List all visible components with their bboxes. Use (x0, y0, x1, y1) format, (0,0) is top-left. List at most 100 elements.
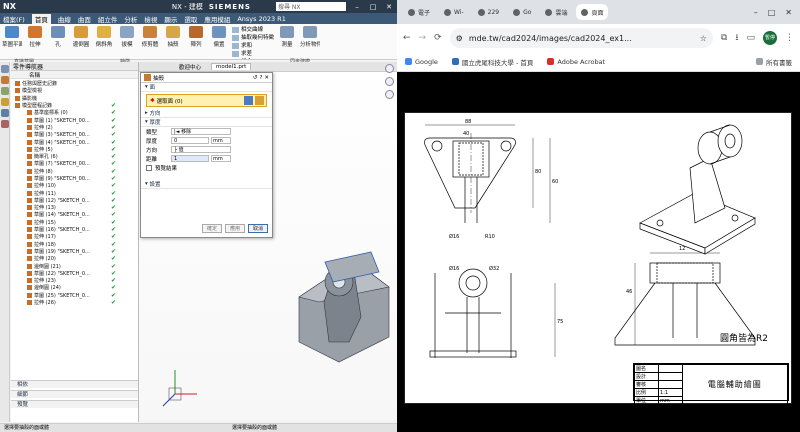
maximize-icon[interactable]: □ (368, 3, 378, 11)
tree-node[interactable]: 拉伸 (13) ✔ (11, 204, 138, 211)
tree-node[interactable]: 草圖 (7) "SKETCH_00... ✔ (11, 160, 138, 167)
tree-node[interactable]: 基準座標系 (0) ✔ (11, 109, 138, 116)
minimize-icon[interactable]: – (352, 3, 362, 11)
menu-item[interactable]: 檔案(F) (3, 14, 25, 24)
tree-node[interactable]: 草圖 (3) "SKETCH_00... ✔ (11, 131, 138, 138)
browser-tab[interactable]: 電子 (403, 4, 435, 20)
tree-node[interactable]: 草圖 (22) "SKETCH_0... ✔ (11, 270, 138, 277)
menu-item[interactable]: 曲面 (78, 14, 91, 24)
close-icon[interactable]: ✕ (785, 8, 792, 17)
dialog-help-icon[interactable]: ? (259, 75, 262, 81)
rotate-view-icon[interactable] (385, 77, 394, 86)
bookmark-google[interactable]: Google (405, 58, 438, 66)
tree-node[interactable]: 草圖 (14) "SKETCH_0... ✔ (11, 211, 138, 218)
tree-node[interactable]: 拉伸 (5) ✔ (11, 146, 138, 153)
web-browser-icon[interactable] (1, 109, 9, 117)
ribbon-small-button[interactable]: 求和 (232, 42, 274, 50)
menu-item[interactable]: Ansys 2023 R1 (237, 15, 286, 23)
tree-node[interactable]: 任務與歷史記錄 (11, 80, 138, 87)
part-nav-icon[interactable] (1, 76, 9, 84)
menu-item[interactable]: 組立件 (98, 14, 118, 24)
ribbon-button[interactable]: 草圖平面 (2, 26, 22, 48)
maximize-icon[interactable]: □ (768, 8, 776, 17)
tree-node[interactable]: 草圖 (1) "SKETCH_00... ✔ (11, 116, 138, 124)
tree-node[interactable]: 拉伸 (2) ✔ (11, 124, 138, 131)
tree-node[interactable]: 草圖 (25) "SKETCH_0... ✔ (11, 292, 138, 299)
preview-checkbox[interactable] (146, 164, 152, 171)
minimize-icon[interactable]: – (754, 8, 758, 17)
render-style-icon[interactable] (385, 90, 394, 99)
ribbon-small-button[interactable]: 求差 (232, 50, 274, 58)
reuse-library-icon[interactable] (1, 87, 9, 95)
section-direction[interactable]: ▸ 方向 (141, 109, 272, 118)
tree-node[interactable]: 模型檢視 (11, 87, 138, 94)
navigator-column-header[interactable]: 名稱 (11, 71, 138, 79)
ribbon-button[interactable]: 偏置 (209, 26, 229, 48)
ribbon-button[interactable]: 倒斜角 (94, 26, 114, 48)
ribbon-small-button[interactable]: 抽取幾何特徵 (232, 34, 274, 42)
face-select-icon[interactable] (244, 96, 253, 105)
section-preview[interactable]: 預覽 (11, 400, 138, 408)
bookmark-star-icon[interactable]: ☆ (700, 34, 707, 43)
ribbon-small-button[interactable]: 組合 (232, 58, 274, 59)
ribbon-button[interactable]: 修剪體 (140, 26, 160, 48)
browser-tab[interactable]: 229 (473, 4, 504, 20)
profile-avatar[interactable]: 暫停 (763, 31, 777, 45)
menu-item[interactable]: 首頁 (31, 13, 51, 24)
tab-model[interactable]: model1.prt (211, 63, 252, 70)
tree-node[interactable]: 草圖 (9) "SKETCH_00... ✔ (11, 175, 138, 182)
tree-node[interactable]: 草圖 (19) "SKETCH_0... ✔ (11, 248, 138, 255)
distance-input[interactable]: 1 (171, 155, 209, 162)
section-details[interactable]: 細節 (11, 390, 138, 398)
apply-button[interactable]: 應用 (225, 224, 245, 233)
section-dependencies[interactable]: 相依 (11, 380, 138, 388)
extensions-icon[interactable]: ⧉ (721, 33, 727, 43)
dialog-close-icon[interactable]: ✕ (264, 75, 269, 81)
face-rule-icon[interactable] (255, 96, 264, 105)
browser-tab[interactable]: 雲端 (540, 4, 572, 20)
ribbon-button[interactable]: 陣列 (186, 26, 206, 48)
distance-unit[interactable]: mm (211, 155, 231, 162)
back-icon[interactable]: ← (403, 33, 411, 43)
forward-icon[interactable]: → (419, 33, 427, 43)
ribbon-button[interactable]: 測量 (277, 26, 297, 48)
tree-node[interactable]: 拉伸 (20) ✔ (11, 255, 138, 262)
section-face[interactable]: ▾ 面 (141, 83, 272, 92)
ribbon-button[interactable]: 孔 (48, 26, 68, 48)
tree-node[interactable]: 簡單孔 (6) ✔ (11, 153, 138, 160)
tree-node[interactable]: 草圖 (4) "SKETCH_00... ✔ (11, 138, 138, 146)
menu-item[interactable]: 檢視 (144, 14, 157, 24)
site-info-icon[interactable]: ⚙ (456, 34, 463, 43)
ribbon-button[interactable]: 分析物件 (300, 26, 320, 48)
reload-icon[interactable]: ⟳ (434, 33, 442, 43)
tree-node[interactable]: 拉伸 (8) ✔ (11, 168, 138, 175)
bookmark-acrobat[interactable]: Adobe Acrobat (547, 58, 605, 66)
tree-node[interactable]: 拉伸 (26) ✔ (11, 299, 138, 306)
menu-item[interactable]: 分析 (124, 14, 137, 24)
ok-button[interactable]: 確定 (202, 224, 222, 233)
tree-node[interactable]: 拉伸 (10) ✔ (11, 182, 138, 189)
tree-node[interactable]: 拉伸 (17) ✔ (11, 233, 138, 240)
bookmark-nfu[interactable]: 國立虎尾科技大學 - 首頁 (451, 57, 533, 67)
tree-node[interactable]: 邊倒圓 (24) ✔ (11, 284, 138, 291)
ribbon-button[interactable]: 拉伸 (25, 26, 45, 48)
nx-search-input[interactable]: 搜尋 NX (276, 2, 346, 11)
ribbon-button[interactable]: 邊倒圓 (71, 26, 91, 48)
tree-node[interactable]: 模型歷程記錄 ✔ (11, 102, 138, 109)
assembly-nav-icon[interactable] (1, 65, 9, 73)
menu-item[interactable]: 應用模組 (204, 14, 230, 24)
ribbon-small-button[interactable]: 相交曲線 (232, 26, 274, 34)
menu-kebab-icon[interactable]: ⋮ (785, 33, 794, 43)
browser-tab[interactable]: Go (508, 4, 536, 20)
history-icon[interactable] (1, 98, 9, 106)
ribbon-button[interactable]: 拔模 (117, 26, 137, 48)
type-select[interactable]: |◄ 移除 (171, 128, 231, 135)
tree-node[interactable]: 草圖 (12) "SKETCH_0... ✔ (11, 197, 138, 204)
tree-node[interactable]: 拉伸 (18) ✔ (11, 241, 138, 248)
palette-icon[interactable] (1, 120, 9, 128)
address-bar[interactable]: ⚙ mde.tw/cad2024/images/cad2024_ex1... ☆ (449, 28, 713, 48)
section-settings[interactable]: ▾ 設置 (141, 180, 272, 189)
menu-item[interactable]: 顯示 (164, 14, 177, 24)
section-thickness[interactable]: ▾ 厚度 (141, 118, 272, 127)
tree-node[interactable]: 攝影機 (11, 95, 138, 102)
